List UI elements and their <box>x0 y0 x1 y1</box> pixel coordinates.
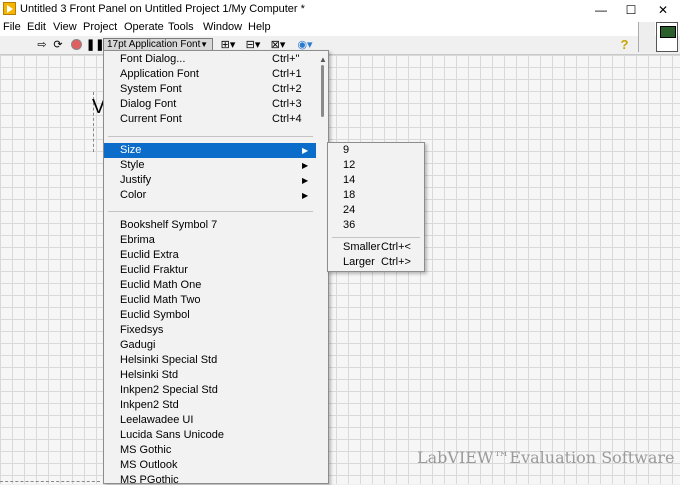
font-item[interactable]: Gadugi <box>104 338 316 353</box>
menu-operate[interactable]: Operate <box>124 21 164 33</box>
menu-project[interactable]: Project <box>83 21 117 33</box>
menu-window[interactable]: Window <box>203 21 242 33</box>
menu-item-smaller[interactable]: Smaller Ctrl+< <box>328 240 424 255</box>
menu-edit[interactable]: Edit <box>27 21 46 33</box>
size-item[interactable]: 24 <box>328 203 424 218</box>
chevron-right-icon: ▶ <box>302 146 309 155</box>
menu-item-current-font[interactable]: Current Font Ctrl+4 <box>104 112 316 127</box>
font-item[interactable]: MS PGothic <box>104 473 316 483</box>
evaluation-watermark: LabVIEW™Evaluation Software <box>417 448 675 467</box>
font-item[interactable]: Helsinki Std <box>104 368 316 383</box>
menu-item-color[interactable]: Color ▶ <box>104 188 316 203</box>
font-item[interactable]: MS Gothic <box>104 443 316 458</box>
maximize-button[interactable]: ☐ <box>616 0 646 19</box>
font-item[interactable]: Inkpen2 Std <box>104 398 316 413</box>
menu-separator <box>332 237 420 238</box>
menu-item-dialog-font[interactable]: Dialog Font Ctrl+3 <box>104 97 316 112</box>
window-title: Untitled 3 Front Panel on Untitled Proje… <box>20 3 305 15</box>
help-icon[interactable]: ? <box>618 38 631 51</box>
chevron-right-icon: ▶ <box>302 176 309 185</box>
font-item[interactable]: Leelawadee UI <box>104 413 316 428</box>
font-item[interactable]: Euclid Fraktur <box>104 263 316 278</box>
abort-icon[interactable] <box>70 39 82 51</box>
pause-icon[interactable]: ❚❚ <box>86 39 104 51</box>
size-item[interactable]: 36 <box>328 218 424 233</box>
menu-tools[interactable]: Tools <box>168 21 194 33</box>
menu-item-larger[interactable]: Larger Ctrl+> <box>328 255 424 270</box>
menu-view[interactable]: View <box>53 21 77 33</box>
close-button[interactable]: ✕ <box>648 0 678 19</box>
chevron-right-icon: ▶ <box>302 191 309 200</box>
chevron-down-icon: ▼ <box>200 40 208 49</box>
font-menu: Font Dialog... Ctrl+" Application Font C… <box>103 50 329 484</box>
size-item[interactable]: 12 <box>328 158 424 173</box>
font-item[interactable]: Euclid Extra <box>104 248 316 263</box>
scroll-thumb[interactable] <box>321 65 324 117</box>
scroll-up-icon[interactable]: ▲ <box>319 55 327 64</box>
title-bar: Untitled 3 Front Panel on Untitled Proje… <box>0 0 680 19</box>
menu-item-font-dialog[interactable]: Font Dialog... Ctrl+" <box>104 52 316 67</box>
menu-item-justify[interactable]: Justify ▶ <box>104 173 316 188</box>
vi-icon[interactable] <box>656 22 678 52</box>
connector-pane[interactable] <box>638 22 655 52</box>
labview-app-icon <box>3 2 16 15</box>
font-item[interactable]: Euclid Math One <box>104 278 316 293</box>
font-item[interactable]: Ebrima <box>104 233 316 248</box>
font-item[interactable]: Euclid Symbol <box>104 308 316 323</box>
size-item[interactable]: 9 <box>328 143 424 158</box>
size-submenu: 9 12 14 18 24 36 Smaller Ctrl+< Larger C… <box>327 142 425 272</box>
font-ring-label: 17pt Application Font <box>107 39 201 50</box>
chevron-right-icon: ▶ <box>302 161 309 170</box>
font-item[interactable]: Lucida Sans Unicode <box>104 428 316 443</box>
menu-file[interactable]: File <box>3 21 21 33</box>
selection-edge <box>0 481 100 485</box>
menu-help[interactable]: Help <box>248 21 271 33</box>
font-item[interactable]: Helsinki Special Std <box>104 353 316 368</box>
run-arrow-icon[interactable]: ⇨ <box>36 39 48 51</box>
toolbar: ⇨ ⟳ ❚❚ 17pt Application Font ▼ ⊞▾ ⊟▾ ⊠▾ … <box>0 36 680 55</box>
font-item[interactable]: Inkpen2 Special Std <box>104 383 316 398</box>
menu-item-system-font[interactable]: System Font Ctrl+2 <box>104 82 316 97</box>
size-item[interactable]: 14 <box>328 173 424 188</box>
menu-separator <box>108 211 313 212</box>
menu-separator <box>108 136 313 137</box>
menu-item-style[interactable]: Style ▶ <box>104 158 316 173</box>
menu-bar: File Edit View Project Operate Tools Win… <box>0 19 680 36</box>
font-item[interactable]: Euclid Math Two <box>104 293 316 308</box>
font-item[interactable]: Fixedsys <box>104 323 316 338</box>
menu-item-size[interactable]: Size ▶ <box>104 143 316 158</box>
font-item[interactable]: Bookshelf Symbol 7 <box>104 218 316 233</box>
menu-item-application-font[interactable]: Application Font Ctrl+1 <box>104 67 316 82</box>
size-item[interactable]: 18 <box>328 188 424 203</box>
minimize-button[interactable]: — <box>586 0 616 19</box>
font-item[interactable]: MS Outlook <box>104 458 316 473</box>
run-continuously-icon[interactable]: ⟳ <box>52 39 64 51</box>
